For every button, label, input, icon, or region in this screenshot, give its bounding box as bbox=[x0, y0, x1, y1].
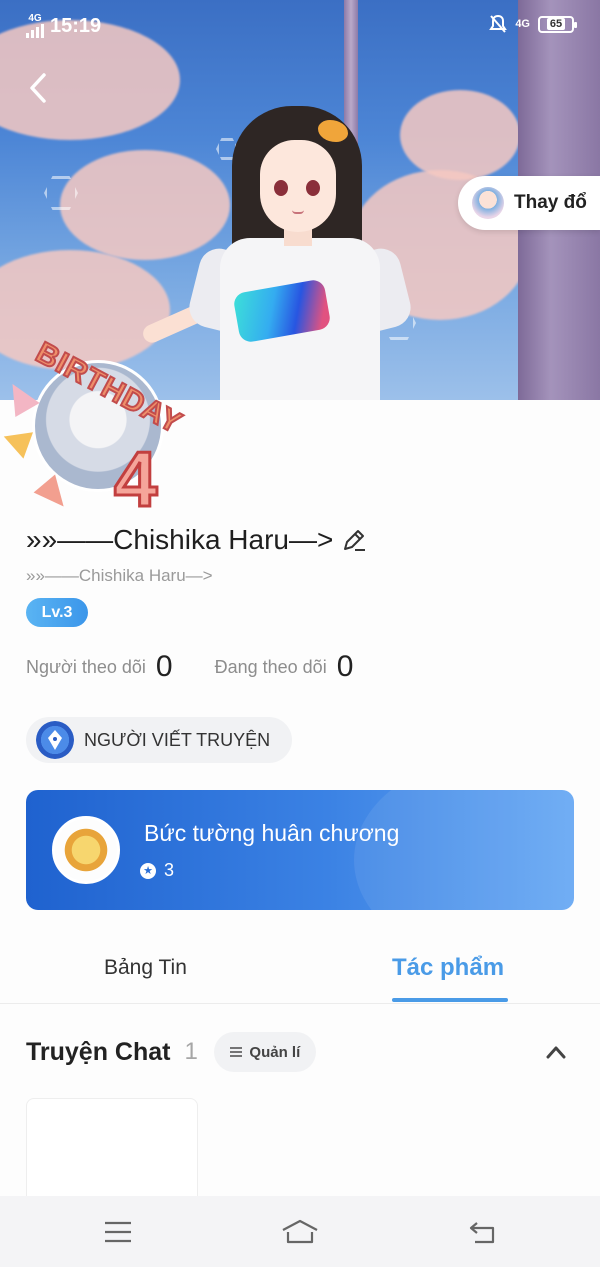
return-icon bbox=[469, 1222, 495, 1244]
tab-works[interactable]: Tác phẩm bbox=[392, 954, 504, 982]
battery-icon: 65 bbox=[538, 15, 577, 33]
section-title: Truyện Chat bbox=[26, 1037, 171, 1066]
list-icon bbox=[230, 1047, 243, 1057]
birthday-frame-number: 4 bbox=[112, 434, 158, 525]
medal-wall-card[interactable]: Bức tường huân chương ★ 3 bbox=[26, 790, 574, 910]
avatar-with-frame[interactable]: BIRTHDAY 4 bbox=[0, 330, 196, 530]
collapse-button[interactable] bbox=[542, 1038, 570, 1066]
follow-stats: Người theo dõi 0 Đang theo dõi 0 bbox=[26, 650, 395, 684]
home-button[interactable] bbox=[278, 1214, 322, 1250]
following-stat[interactable]: Đang theo dõi 0 bbox=[215, 650, 354, 684]
menu-icon bbox=[105, 1221, 131, 1243]
pen-nib-icon bbox=[36, 721, 74, 759]
medal-wall-title: Bức tường huân chương bbox=[144, 820, 400, 846]
home-icon bbox=[282, 1219, 318, 1244]
network-label: 4G bbox=[28, 13, 42, 24]
following-label: Đang theo dõi bbox=[214, 656, 327, 677]
back-icon bbox=[30, 73, 46, 103]
writer-badge[interactable]: NGƯỜI VIẾT TRUYỆN bbox=[26, 717, 292, 763]
followers-count: 0 bbox=[155, 650, 173, 683]
mute-bell-icon bbox=[489, 14, 508, 33]
back-button[interactable] bbox=[20, 68, 56, 108]
signal-icon bbox=[26, 24, 44, 38]
change-outfit-label: Thay đổ bbox=[514, 192, 587, 213]
writer-badge-label: NGƯỜI VIẾT TRUYỆN bbox=[84, 729, 271, 750]
system-nav-bar bbox=[0, 1196, 600, 1267]
level-badge: Lv.3 bbox=[26, 598, 88, 627]
medal-icon bbox=[52, 816, 120, 884]
following-count: 0 bbox=[336, 650, 354, 683]
star-icon: ★ bbox=[140, 862, 156, 879]
character-illustration bbox=[140, 100, 420, 400]
medal-count: 3 bbox=[164, 860, 175, 880]
chevron-up-icon bbox=[546, 1046, 566, 1059]
battery-level: 65 bbox=[546, 18, 566, 30]
outfit-avatar-icon bbox=[472, 187, 504, 219]
active-tab-indicator bbox=[392, 998, 508, 1002]
network-label-right: 4G bbox=[515, 18, 530, 30]
status-bar: 4G 15:19 4G 65 bbox=[0, 0, 600, 52]
menu-button[interactable] bbox=[98, 1214, 138, 1250]
change-outfit-button[interactable]: Thay đổ bbox=[458, 176, 600, 230]
manage-label: Quản lí bbox=[249, 1043, 301, 1061]
profile-tabs: Bảng Tin Tác phẩm bbox=[0, 948, 600, 1004]
chat-stories-header: Truyện Chat 1 Quản lí bbox=[26, 1032, 574, 1072]
section-count: 1 bbox=[184, 1038, 198, 1065]
profile-handle: »»——Chishika Haru—> bbox=[26, 566, 213, 585]
medal-count-row: ★ 3 bbox=[140, 860, 174, 881]
followers-label: Người theo dõi bbox=[26, 656, 146, 677]
pencil-icon[interactable] bbox=[341, 527, 367, 553]
clock: 15:19 bbox=[50, 14, 102, 37]
tab-news[interactable]: Bảng Tin bbox=[104, 956, 187, 980]
followers-stat[interactable]: Người theo dõi 0 bbox=[26, 650, 173, 684]
manage-button[interactable]: Quản lí bbox=[213, 1032, 316, 1072]
return-button[interactable] bbox=[462, 1214, 502, 1250]
